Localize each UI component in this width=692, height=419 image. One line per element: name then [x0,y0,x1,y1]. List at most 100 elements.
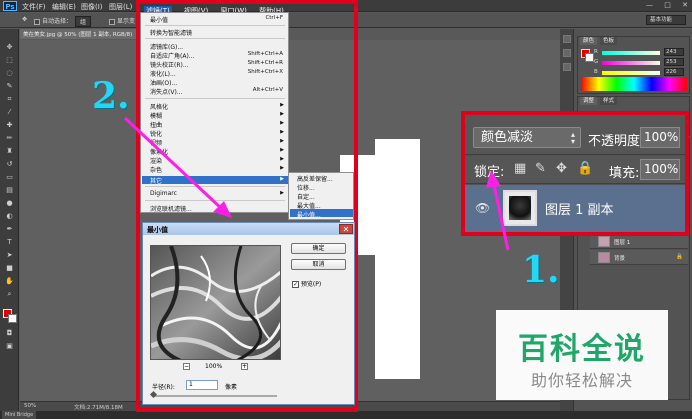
stamp-tool-icon[interactable]: ♜ [4,147,15,156]
green-channel-value[interactable]: 253 [664,58,684,66]
close-window-icon[interactable]: ✕ [682,1,688,9]
radius-slider-track[interactable] [152,395,277,397]
blue-channel-slider[interactable]: B 226 [594,68,689,77]
submenu-item-high-pass[interactable]: 高反差保留... [297,174,333,183]
menu-item-other[interactable]: 其它 [150,176,162,185]
show-transform-checkbox[interactable]: 显示变 [109,16,135,25]
move-tool-icon[interactable]: ✥ [22,16,27,23]
menu-item-sharpen[interactable]: 锐化 [150,129,162,138]
workspace-dropdown[interactable]: 基本功能 [646,15,686,25]
submenu-item-offset[interactable]: 位移... [297,183,315,192]
dialog-titlebar[interactable]: 最小值 ✕ [143,223,354,235]
menu-edit[interactable]: 编辑(E) [52,2,76,12]
menu-item-oil-paint[interactable]: 油画(O)... [150,78,177,87]
layer-row-background[interactable]: 背景 🔒 [590,250,688,265]
radius-input[interactable]: 1 [186,380,218,390]
menu-item-video[interactable]: 视频 [150,138,162,147]
menu-item-liquify[interactable]: 液化(L)... [150,69,176,78]
color-panel-background-swatch[interactable] [585,53,594,62]
gradient-tool-icon[interactable]: ▤ [4,186,15,195]
zoom-in-button[interactable]: + [241,363,248,370]
submenu-item-maximum[interactable]: 最大值... [297,201,321,210]
healing-tool-icon[interactable]: ✚ [4,121,15,130]
menu-item-stylize[interactable]: 风格化 [150,102,168,111]
blur-tool-icon[interactable]: ● [4,199,15,208]
menu-item-vanishing-point[interactable]: 消失点(V)... [150,87,183,96]
zoom-level[interactable]: 50% [24,403,36,409]
history-panel-icon[interactable] [563,35,571,43]
red-channel-value[interactable]: 243 [664,48,684,56]
lasso-tool-icon[interactable]: ◌ [4,69,15,78]
minimize-icon[interactable]: — [646,1,653,9]
tab-swatches[interactable]: 色板 [600,37,618,45]
menu-item-browse-filters-online[interactable]: 浏览联机滤镜... [150,204,192,213]
cancel-button[interactable]: 取消 [291,259,346,270]
lock-position-icon[interactable]: ✥ [556,161,567,176]
marquee-tool-icon[interactable]: ⬚ [4,56,15,65]
close-icon[interactable]: ✕ [339,224,353,234]
blend-mode-dropdown[interactable]: 颜色减淡 ▴ ▾ [473,127,581,148]
lock-transparent-pixels-icon[interactable]: ▦ [514,161,526,176]
menu-item-lens-correction[interactable]: 镜头校正(R)... [150,60,189,69]
layer-row-layer1-copy[interactable]: 👁 图层 1 副本 [465,185,685,232]
mini-bridge-tab[interactable]: Mini Bridge [2,411,37,419]
auto-select-checkbox[interactable]: 自动选择： [34,16,72,25]
crop-tool-icon[interactable]: ⌗ [4,95,15,104]
menu-item-digimarc[interactable]: Digimarc [150,190,177,197]
maximize-icon[interactable]: □ [664,1,671,9]
tab-styles[interactable]: 样式 [600,97,618,105]
menu-item-pixelate[interactable]: 像素化 [150,147,168,156]
fill-input[interactable]: 100% [640,159,680,180]
color-spectrum-bar[interactable] [581,77,687,91]
move-tool-icon[interactable]: ✥ [4,43,15,52]
lock-all-icon[interactable]: 🔒 [577,161,593,176]
screen-mode-icon[interactable]: ▣ [4,342,15,351]
eraser-tool-icon[interactable]: ▭ [4,173,15,182]
preview-checkbox[interactable]: ✓ [292,281,299,288]
quick-select-tool-icon[interactable]: ✎ [4,82,15,91]
menu-item-blur[interactable]: 模糊 [150,111,162,120]
menu-item-distort[interactable]: 扭曲 [150,120,162,129]
zoom-out-button[interactable]: − [183,363,190,370]
blue-channel-value[interactable]: 226 [664,68,684,76]
brush-tool-icon[interactable]: ✏ [4,134,15,143]
visibility-eye-icon[interactable]: 👁 [475,201,490,215]
pen-tool-icon[interactable]: ✒ [4,225,15,234]
background-color-swatch[interactable] [8,314,17,323]
shape-tool-icon[interactable]: ■ [4,264,15,273]
green-channel-slider[interactable]: G 253 [594,58,689,67]
menu-item-render[interactable]: 渲染 [150,156,162,165]
quick-mask-icon[interactable]: ◘ [4,329,15,338]
type-tool-icon[interactable]: T [4,238,15,247]
menu-item-smart-filter[interactable]: 转换为智能滤镜 [150,28,192,37]
tab-color[interactable]: 颜色 [580,37,598,45]
filter-preview[interactable] [150,245,281,360]
menu-image[interactable]: 图像(I) [81,2,103,12]
menu-item-noise[interactable]: 杂色 [150,165,162,174]
menu-file[interactable]: 文件(F) [22,2,46,12]
submenu-item-custom[interactable]: 自定... [297,192,315,201]
menu-item-last-filter[interactable]: 最小值 [150,15,168,24]
menu-item-adaptive-wide-angle[interactable]: 自适应广角(A)... [150,51,195,60]
eyedropper-tool-icon[interactable]: ⁄ [4,108,15,117]
shortcut-label: Alt+Ctrl+V [252,87,283,93]
menu-item-filter-gallery[interactable]: 滤镜库(G)... [150,42,183,51]
path-select-icon[interactable]: ➤ [4,251,15,260]
history-brush-icon[interactable]: ↺ [4,160,15,169]
ok-button[interactable]: 确定 [291,243,346,254]
lock-image-pixels-icon[interactable]: ✎ [535,161,546,176]
zoom-tool-icon[interactable]: ⌕ [4,290,15,299]
tab-adjustments[interactable]: 调整 [580,97,598,105]
properties-panel-icon[interactable] [563,49,571,57]
layer-row-layer1[interactable]: 图层 1 [590,234,688,249]
character-panel-icon[interactable] [563,63,571,71]
hand-tool-icon[interactable]: ✋ [4,277,15,286]
dodge-tool-icon[interactable]: ◐ [4,212,15,221]
opacity-input[interactable]: 100% [640,127,680,148]
red-channel-slider[interactable]: R 243 [594,48,689,57]
document-tab[interactable]: 美在美女.jpg @ 50% (图层 1 副本, RGB/8) [20,29,138,39]
auto-select-dropdown[interactable]: 组 [75,16,92,27]
menu-layer[interactable]: 图层(L) [109,2,132,12]
submenu-item-minimum[interactable]: 最小值... [297,210,321,219]
preview-checkbox-row[interactable]: ✓ 预览(P) [292,279,321,288]
